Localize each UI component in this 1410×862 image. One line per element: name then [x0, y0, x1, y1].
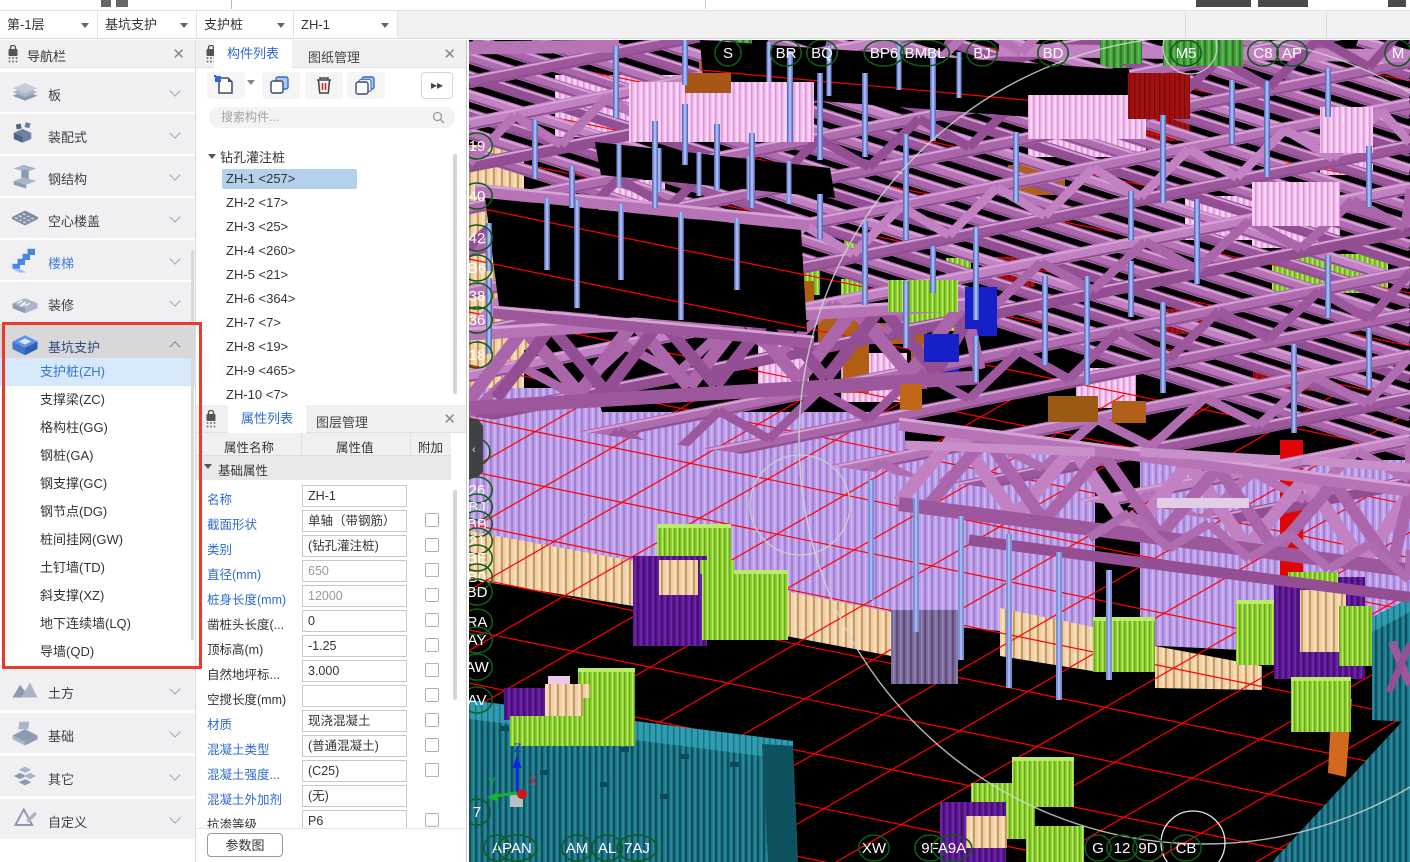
- svg-text:PAN: PAN: [502, 840, 532, 857]
- svg-text:G: G: [1092, 840, 1104, 857]
- svg-text:26: 26: [469, 482, 485, 499]
- svg-text:38: 38: [469, 288, 485, 305]
- svg-text:40: 40: [469, 188, 485, 205]
- svg-text:18: 18: [469, 347, 485, 364]
- svg-text:BD: BD: [469, 584, 488, 601]
- svg-text:42: 42: [469, 230, 485, 247]
- svg-text:BQ: BQ: [811, 45, 833, 62]
- svg-text:AP: AP: [1282, 45, 1302, 62]
- svg-text:9F: 9F: [921, 840, 939, 857]
- svg-text:AY: AY: [469, 632, 486, 649]
- svg-text:BR: BR: [776, 45, 797, 62]
- svg-text:B6: B6: [469, 260, 486, 277]
- svg-text:AM: AM: [566, 840, 589, 857]
- svg-text:BJ: BJ: [469, 499, 486, 516]
- svg-text:S: S: [723, 45, 733, 62]
- svg-text:36: 36: [469, 312, 485, 329]
- svg-text:12: 12: [1114, 840, 1131, 857]
- svg-text:CB: CB: [1176, 840, 1197, 857]
- svg-text:BP6: BP6: [870, 45, 898, 62]
- svg-text:19: 19: [469, 138, 485, 155]
- svg-text:AW: AW: [469, 659, 490, 676]
- svg-text:Y: Y: [488, 775, 496, 789]
- svg-text:7: 7: [473, 804, 481, 821]
- svg-text:Z: Z: [514, 741, 521, 755]
- svg-text:BD: BD: [1043, 45, 1064, 62]
- svg-text:M5: M5: [1176, 45, 1197, 62]
- svg-text:BMBL: BMBL: [905, 45, 946, 62]
- svg-text:M: M: [1392, 45, 1405, 62]
- svg-text:21: 21: [469, 533, 485, 550]
- svg-text:X: X: [529, 774, 537, 788]
- svg-text:AL: AL: [598, 840, 616, 857]
- svg-text:A9A: A9A: [938, 840, 966, 857]
- svg-text:9D: 9D: [1138, 840, 1157, 857]
- svg-text:XW: XW: [862, 840, 887, 857]
- svg-text:AV: AV: [469, 692, 486, 709]
- svg-text:BJ: BJ: [973, 45, 991, 62]
- svg-text:C8: C8: [1253, 45, 1272, 62]
- svg-text:7AJ: 7AJ: [624, 840, 650, 857]
- svg-text:‹: ‹: [472, 444, 476, 456]
